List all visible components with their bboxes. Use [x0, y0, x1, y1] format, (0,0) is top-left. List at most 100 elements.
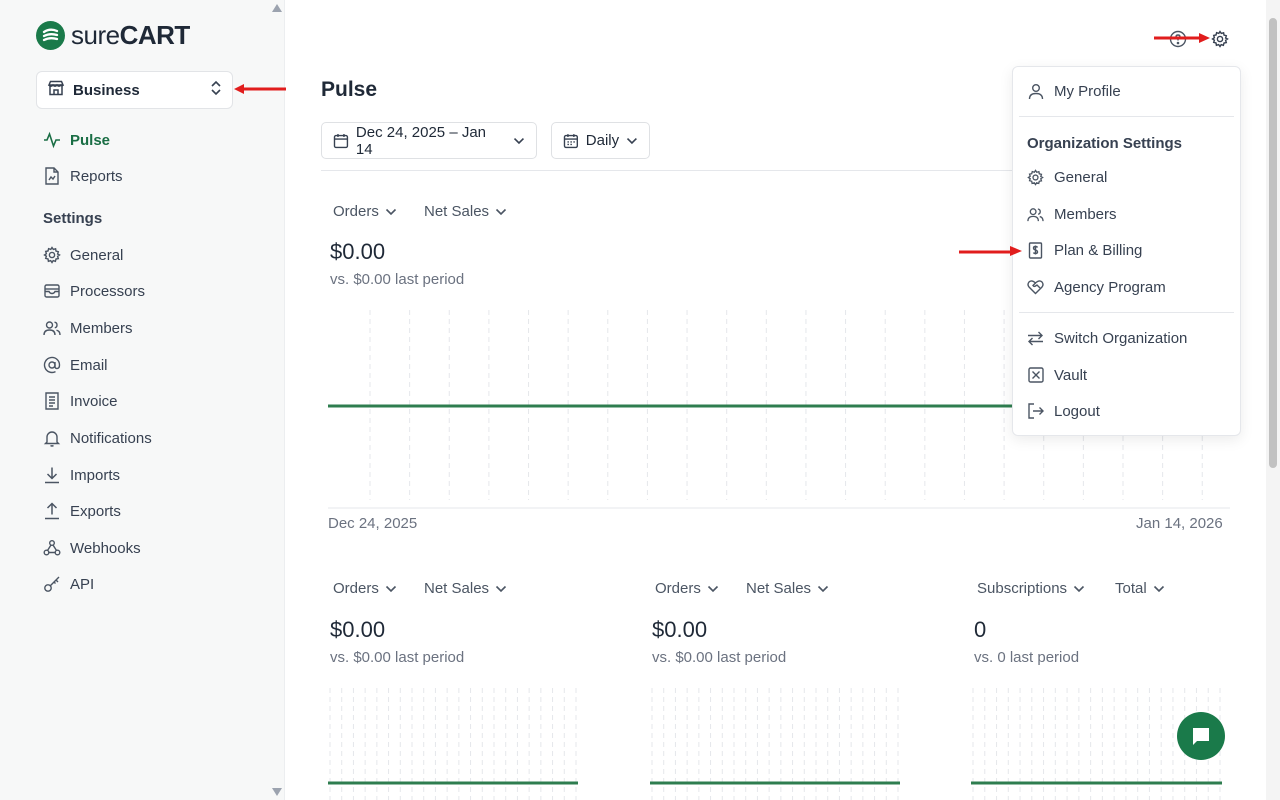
metric-compare: vs. $0.00 last period	[330, 271, 465, 288]
chevron-down-icon	[1153, 585, 1164, 592]
menu-item-general[interactable]: General	[1027, 165, 1107, 189]
calendar-icon	[333, 133, 349, 148]
billing-icon	[1027, 241, 1044, 259]
sidebar-item-label: General	[70, 246, 124, 264]
interval-label: Daily	[585, 132, 620, 149]
store-icon	[47, 79, 65, 102]
menu-item-members[interactable]: Members	[1027, 202, 1117, 226]
sidebar-item-pulse[interactable]: Pulse	[43, 128, 110, 152]
chat-button[interactable]	[1177, 712, 1225, 760]
sidebar-item-exports[interactable]: Exports	[43, 499, 121, 523]
chevron-down-icon	[707, 585, 718, 592]
download-icon	[43, 466, 61, 484]
sidebar-item-reports[interactable]: Reports	[43, 164, 123, 188]
sidebar-item-processors[interactable]: Processors	[43, 279, 145, 303]
upload-icon	[43, 502, 61, 520]
sidebar-item-notifications[interactable]: Notifications	[43, 426, 152, 450]
sidebar-item-imports[interactable]: Imports	[43, 463, 120, 487]
sidebar-item-label: Pulse	[70, 131, 111, 149]
store-selector[interactable]: Business	[36, 71, 233, 109]
menu-item-label: My Profile	[1054, 82, 1121, 100]
webhook-icon	[43, 539, 61, 557]
annotation-arrow	[959, 246, 1022, 256]
menu-item-agency-program[interactable]: Agency Program	[1027, 275, 1166, 299]
vault-icon	[1027, 367, 1044, 384]
chevron-down-icon	[495, 208, 507, 215]
settings-dropdown-menu: My Profile Organization Settings General…	[1012, 66, 1241, 436]
menu-item-logout[interactable]: Logout	[1027, 399, 1100, 423]
brand-name-bold: CART	[119, 20, 191, 50]
chevron-down-icon	[385, 208, 396, 215]
sidebar-item-label: Processors	[70, 282, 146, 300]
metric-label: Orders	[333, 580, 379, 597]
metric-select[interactable]: Orders	[333, 580, 397, 597]
sidebar-item-general[interactable]: General	[43, 243, 123, 267]
report-icon	[43, 167, 61, 185]
menu-item-switch-organization[interactable]: Switch Organization	[1027, 326, 1187, 350]
menu-item-vault[interactable]: Vault	[1027, 363, 1087, 387]
chevron-up-down-icon	[210, 80, 222, 101]
sidebar-item-label: Webhooks	[70, 539, 141, 557]
scrollbar-thumb[interactable]	[1269, 18, 1277, 468]
date-range-button[interactable]: Dec 24, 2025 – Jan 14	[321, 122, 537, 159]
metric-select[interactable]: Subscriptions	[977, 580, 1085, 597]
sidebar-item-email[interactable]: Email	[43, 353, 108, 377]
wallet-icon	[43, 282, 61, 300]
menu-item-label: Plan & Billing	[1054, 241, 1143, 259]
measure-label: Net Sales	[424, 203, 490, 220]
surecart-logo-icon	[36, 21, 65, 50]
metric-select[interactable]: Orders	[655, 580, 719, 597]
annotation-arrow	[234, 84, 286, 94]
interval-button[interactable]: Daily	[551, 122, 650, 159]
sidebar-item-label: Exports	[70, 502, 121, 520]
measure-select[interactable]: Net Sales	[424, 580, 507, 597]
sidebar: sureCART Business Pulse Reports Settings…	[0, 0, 285, 800]
menu-item-label: Switch Organization	[1054, 329, 1188, 347]
metric-value: $0.00	[330, 617, 386, 642]
page-scrollbar[interactable]	[1266, 0, 1280, 800]
measure-select[interactable]: Net Sales	[746, 580, 829, 597]
sidebar-item-members[interactable]: Members	[43, 316, 133, 340]
brand-name-light: sure	[71, 20, 120, 50]
measure-label: Total	[1115, 580, 1147, 597]
app-root: sureCART Business Pulse Reports Settings…	[0, 0, 1280, 800]
metric-compare: vs. $0.00 last period	[330, 649, 465, 666]
gear-icon	[43, 246, 61, 264]
sidebar-item-label: Email	[70, 356, 108, 374]
menu-section-heading: Organization Settings	[1027, 135, 1183, 152]
sidebar-scroll-up-icon[interactable]	[272, 4, 282, 12]
sidebar-item-invoice[interactable]: Invoice	[43, 389, 118, 413]
sidebar-item-label: Invoice	[70, 392, 118, 410]
logout-icon	[1027, 403, 1044, 420]
sidebar-scroll-down-icon[interactable]	[272, 788, 282, 796]
menu-divider	[1019, 116, 1234, 117]
metric-select[interactable]: Orders	[333, 203, 397, 220]
measure-select[interactable]: Net Sales	[424, 203, 507, 220]
measure-select[interactable]: Total	[1115, 580, 1165, 597]
chevron-down-icon	[627, 137, 638, 144]
menu-item-label: Logout	[1054, 402, 1100, 420]
metric-label: Subscriptions	[977, 580, 1068, 597]
brand-logo[interactable]: sureCART	[36, 20, 190, 51]
measure-label: Net Sales	[746, 580, 812, 597]
gear-icon	[1027, 168, 1044, 186]
measure-label: Net Sales	[424, 580, 490, 597]
mini-chart	[650, 688, 900, 800]
sidebar-item-label: Imports	[70, 466, 121, 484]
metric-value: 0	[974, 617, 987, 642]
settings-gear-icon[interactable]	[1211, 30, 1229, 48]
menu-divider	[1019, 312, 1234, 313]
chevron-down-icon	[514, 137, 525, 144]
menu-item-label: General	[1054, 168, 1108, 186]
bell-icon	[43, 429, 61, 447]
calendar-days-icon	[563, 133, 579, 148]
brand-name: sureCART	[71, 20, 190, 51]
metric-label: Orders	[655, 580, 701, 597]
menu-item-plan-billing[interactable]: Plan & Billing	[1027, 238, 1142, 262]
sidebar-item-api[interactable]: API	[43, 572, 94, 596]
sidebar-item-webhooks[interactable]: Webhooks	[43, 536, 141, 560]
activity-icon	[43, 131, 61, 149]
metric-value: $0.00	[652, 617, 708, 642]
menu-item-my-profile[interactable]: My Profile	[1027, 79, 1121, 103]
user-icon	[1027, 83, 1044, 100]
